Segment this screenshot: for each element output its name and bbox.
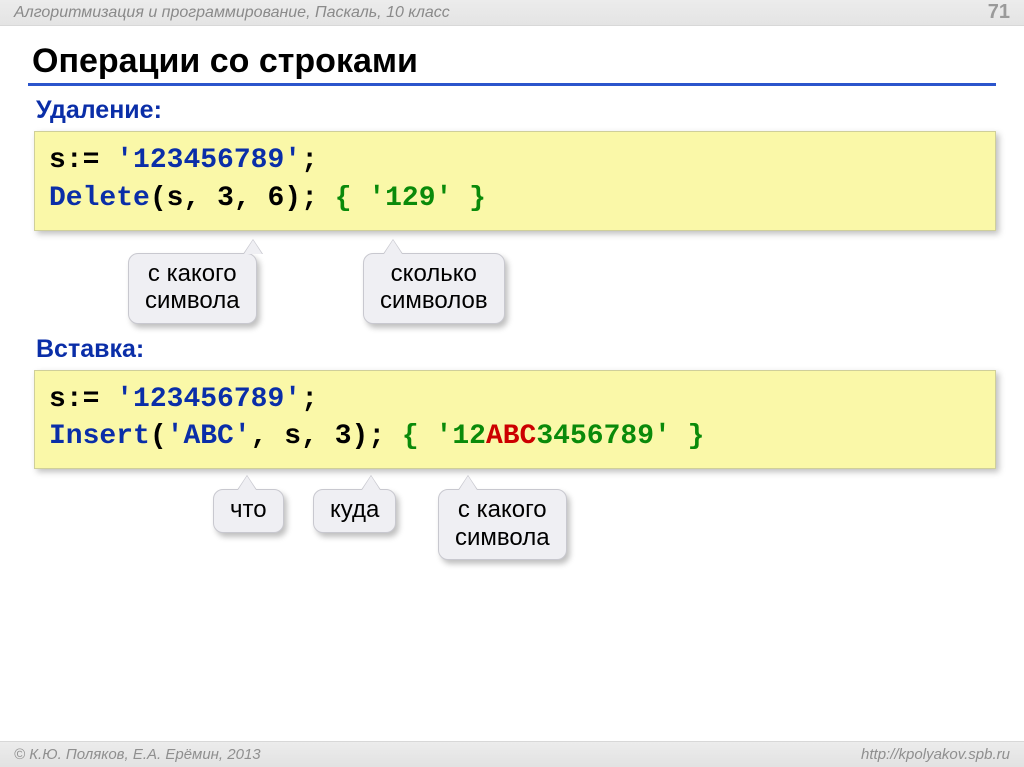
code-arg: s — [284, 421, 301, 452]
footer-bar: © К.Ю. Поляков, Е.А. Ерёмин, 2013 http:/… — [0, 741, 1024, 767]
code-comment-close: ' } — [654, 421, 704, 452]
code-paren-close: ); — [352, 421, 402, 452]
code-proc-delete: Delete — [49, 183, 150, 214]
title-underline — [28, 83, 996, 86]
callout-from-which-char: с какогосимвола — [438, 489, 567, 560]
code-comment-post: 3456789 — [536, 421, 654, 452]
code-block-insert: s:= '123456789'; Insert('ABC', s, 3); { … — [34, 370, 996, 470]
callout-where: куда — [313, 489, 396, 533]
code-assign: := — [66, 384, 116, 415]
code-proc-insert: Insert — [49, 421, 150, 452]
code-sep: , — [234, 183, 268, 214]
code-arg: 3 — [335, 421, 352, 452]
code-arg: 3 — [217, 183, 234, 214]
code-assign: := — [66, 145, 116, 176]
code-var: s — [49, 384, 66, 415]
callout-text: с какогосимвола — [145, 260, 240, 315]
callout-text: куда — [330, 496, 379, 523]
page-title: Операции со строками — [32, 42, 996, 81]
code-semicolon: ; — [301, 145, 318, 176]
page-number: 71 — [988, 1, 1010, 24]
section-heading-delete: Удаление: — [36, 96, 996, 125]
code-string-literal: '123456789' — [116, 384, 301, 415]
callouts-insert: что куда с какогосимвола — [28, 469, 996, 599]
header-bar: Алгоритмизация и программирование, Паска… — [0, 0, 1024, 26]
code-paren-open: ( — [150, 183, 167, 214]
code-paren-close: ); — [284, 183, 334, 214]
callout-from-which-char: с какогосимвола — [128, 253, 257, 324]
slide-content: Операции со строками Удаление: s:= '1234… — [0, 26, 1024, 599]
callout-how-many-chars: сколькосимволов — [363, 253, 505, 324]
code-arg-string: 'ABC' — [167, 421, 251, 452]
callout-text: что — [230, 496, 267, 523]
code-semicolon: ; — [301, 384, 318, 415]
code-sep: , — [301, 421, 335, 452]
code-comment-open: { ' — [402, 421, 452, 452]
footer-copyright: © К.Ю. Поляков, Е.А. Ерёмин, 2013 — [14, 746, 261, 763]
code-paren-open: ( — [150, 421, 167, 452]
callouts-delete: с какогосимвола сколькосимволов — [28, 231, 996, 341]
code-comment: { '129' } — [335, 183, 486, 214]
code-string-literal: '123456789' — [116, 145, 301, 176]
code-block-delete: s:= '123456789'; Delete(s, 3, 6); { '129… — [34, 131, 996, 231]
callout-text: сколькосимволов — [380, 260, 488, 315]
code-comment-highlight: ABC — [486, 421, 536, 452]
code-arg: 6 — [267, 183, 284, 214]
breadcrumb: Алгоритмизация и программирование, Паска… — [14, 4, 450, 22]
callout-text: с какогосимвола — [455, 496, 550, 551]
code-comment-pre: 12 — [452, 421, 486, 452]
callout-what: что — [213, 489, 284, 533]
code-sep: , — [183, 183, 217, 214]
footer-url: http://kpolyakov.spb.ru — [861, 746, 1010, 763]
code-arg: s — [167, 183, 184, 214]
code-var: s — [49, 145, 66, 176]
code-sep: , — [251, 421, 285, 452]
